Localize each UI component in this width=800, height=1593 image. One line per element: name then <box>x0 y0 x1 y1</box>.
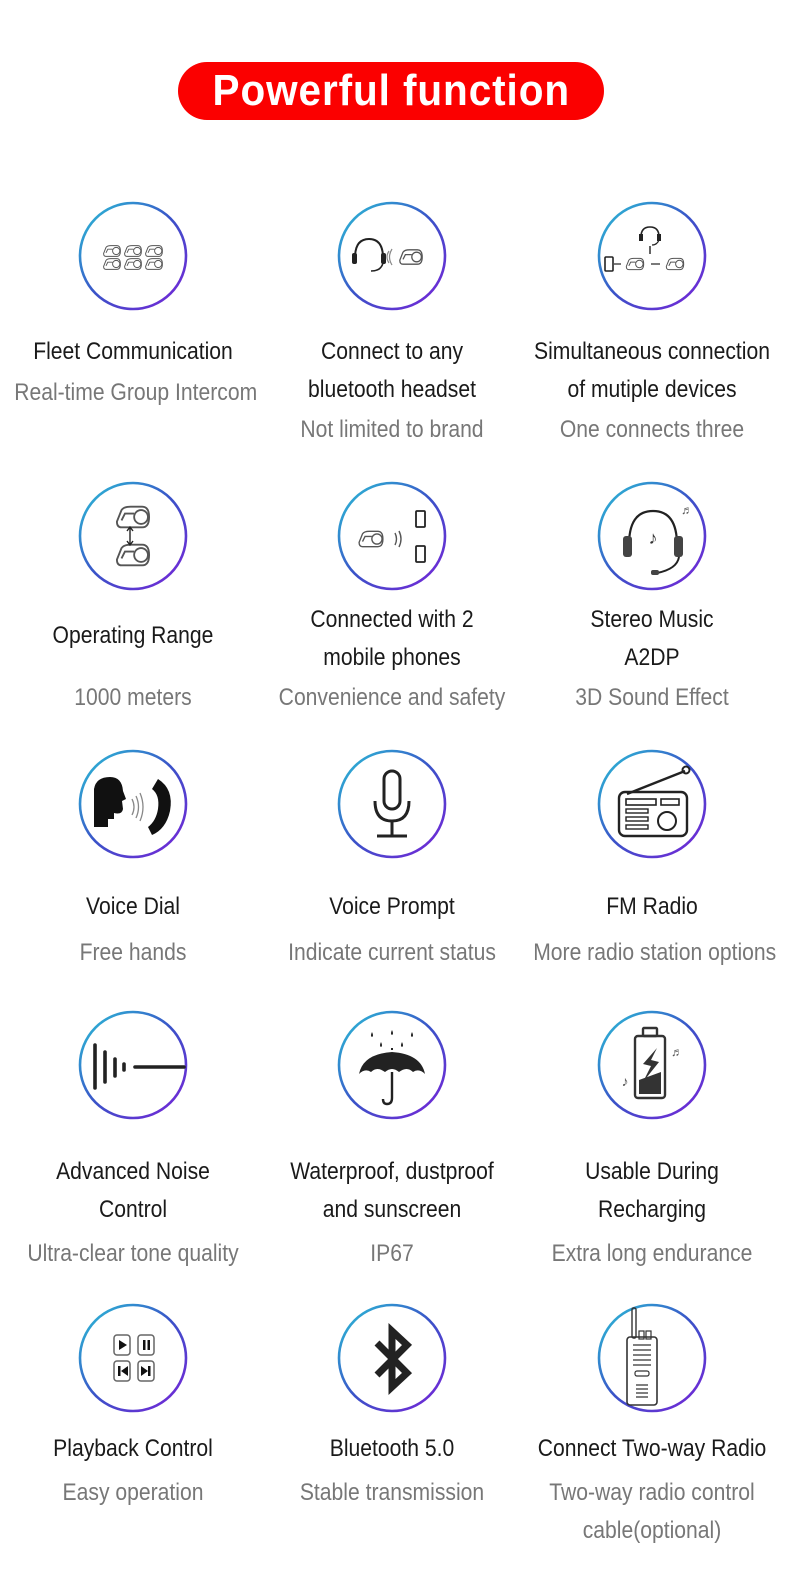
feature-subtitle: IP67 <box>370 1240 414 1267</box>
feature-title: Voice Prompt <box>329 893 455 920</box>
feature-title: FM Radio <box>606 893 698 920</box>
svg-text:♬: ♬ <box>681 503 693 517</box>
svg-text:♪: ♪ <box>622 1073 629 1089</box>
radio-icon <box>597 749 707 859</box>
feature-subtitle: 3D Sound Effect <box>575 684 729 711</box>
range-icon <box>78 481 188 591</box>
feature-title: Connect Two-way Radio <box>537 1435 767 1462</box>
feature-title: Connect to any <box>320 338 464 365</box>
feature-title: Usable During <box>585 1158 719 1185</box>
feature-title: of mutiple devices <box>567 376 737 403</box>
feature-title: Voice Dial <box>86 893 180 920</box>
umbrella-rain-icon <box>337 1010 447 1120</box>
feature-title: Fleet Communication <box>33 338 233 365</box>
feature-subtitle: Convenience and safety <box>278 684 506 711</box>
feature-title: Bluetooth 5.0 <box>329 1435 455 1462</box>
walkie-talkie-icon <box>597 1303 707 1413</box>
microphone-icon <box>337 749 447 859</box>
feature-title: Stereo Music <box>590 606 714 633</box>
feature-title: Recharging <box>597 1196 707 1223</box>
feature-subtitle: 1000 meters <box>74 684 192 711</box>
feature-title: Advanced Noise <box>56 1158 210 1185</box>
fleet-intercom-icon <box>78 201 188 311</box>
voice-dial-icon <box>78 749 188 859</box>
feature-subtitle: Indicate current status <box>288 939 496 966</box>
section-banner: Powerful function <box>178 62 604 120</box>
feature-subtitle: Extra long endurance <box>551 1240 753 1267</box>
noise-control-icon <box>78 1010 188 1120</box>
two-phones-icon <box>337 481 447 591</box>
feature-title: Operating Range <box>52 622 214 649</box>
headphones-music-icon: ♪ ♬ <box>597 481 707 591</box>
multi-device-icon <box>597 201 707 311</box>
battery-charging-icon: ♪ ♬ <box>597 1010 707 1120</box>
feature-subtitle: Two-way radio control <box>549 1479 755 1506</box>
feature-title: Control <box>98 1196 168 1223</box>
feature-subtitle: Free hands <box>79 939 187 966</box>
playback-controls-icon <box>78 1303 188 1413</box>
feature-title: Playback Control <box>53 1435 213 1462</box>
svg-text:♪: ♪ <box>649 528 658 548</box>
feature-title: bluetooth headset <box>308 376 476 403</box>
feature-subtitle: One connects three <box>559 416 745 443</box>
feature-title: Waterproof, dustproof <box>290 1158 494 1185</box>
bluetooth-icon <box>337 1303 447 1413</box>
feature-title: and sunscreen <box>322 1196 462 1223</box>
feature-subtitle: Easy operation <box>62 1479 204 1506</box>
feature-title: mobile phones <box>323 644 461 671</box>
feature-subtitle: Stable transmission <box>299 1479 485 1506</box>
section-title: Powerful function <box>212 66 570 115</box>
feature-title: Connected with 2 <box>310 606 474 633</box>
feature-title: A2DP <box>624 644 680 671</box>
headset-connect-icon <box>337 201 447 311</box>
feature-subtitle: cable(optional) <box>582 1517 722 1544</box>
feature-subtitle: Not limited to brand <box>300 416 484 443</box>
feature-subtitle: Ultra-clear tone quality <box>27 1240 239 1267</box>
feature-subtitle: More radio station options <box>533 939 777 966</box>
feature-subtitle: Real-time Group Intercom <box>14 379 258 406</box>
svg-text:♬: ♬ <box>671 1045 683 1059</box>
feature-title: Simultaneous connection <box>533 338 770 365</box>
